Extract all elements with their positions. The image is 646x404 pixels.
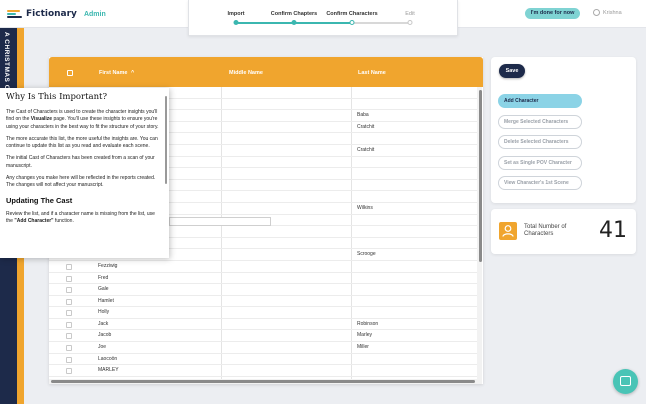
actions-panel: Save Add Character Merge Selected Charac…: [491, 57, 636, 203]
last-name-cell[interactable]: Marley: [357, 332, 372, 338]
user-menu[interactable]: Krishna: [593, 9, 622, 16]
logo[interactable]: Fictionary Admin: [7, 9, 106, 19]
row-checkbox[interactable]: [66, 310, 72, 317]
save-button[interactable]: Save: [499, 64, 525, 78]
help-paragraph: Any changes you make here will be reflec…: [6, 175, 156, 189]
sort-ascending-icon: ^: [130, 70, 135, 76]
first-name-cell[interactable]: Laocoön: [98, 356, 117, 362]
delete-characters-button[interactable]: Delete Selected Characters: [498, 135, 582, 149]
row-checkbox[interactable]: [66, 333, 72, 340]
step-dot-confirm-characters: [349, 20, 355, 25]
help-paragraph: Review the list, and if a character name…: [6, 210, 155, 224]
table-row[interactable]: MARLEY: [49, 365, 477, 377]
set-pov-character-button[interactable]: Set as Single POV Character: [498, 156, 582, 170]
person-icon: [499, 222, 517, 240]
table-row[interactable]: Jack Robinson: [49, 319, 477, 331]
row-checkbox[interactable]: [66, 298, 72, 305]
step-confirm-chapters[interactable]: Confirm Chapters: [271, 11, 317, 17]
table-row[interactable]: Gale: [49, 284, 477, 296]
last-name-cell[interactable]: Miller: [357, 344, 369, 350]
step-confirm-characters[interactable]: Confirm Characters: [326, 11, 377, 17]
user-name: Krishna: [603, 9, 622, 16]
first-name-cell[interactable]: Fezziwig: [98, 263, 117, 269]
stepper-remaining-line: [352, 22, 410, 24]
visualize-link: Visualize: [30, 116, 53, 123]
help-paragraph: The Cast of Characters is used to create…: [6, 109, 159, 130]
row-checkbox[interactable]: [66, 287, 72, 294]
help-scrollbar[interactable]: [165, 96, 167, 184]
step-import[interactable]: Import: [227, 11, 244, 17]
first-name-cell[interactable]: Jacob: [98, 332, 111, 338]
progress-stepper: Import Confirm Chapters Confirm Characte…: [188, 0, 458, 36]
chat-icon: [620, 376, 631, 386]
total-characters-card: Total Number of Characters 41: [491, 209, 636, 254]
horizontal-scrollbar-thumb[interactable]: [51, 380, 475, 383]
help-paragraph: The initial Cast of Characters has been …: [6, 155, 155, 169]
first-name-cell[interactable]: MARLEY: [98, 367, 119, 373]
table-row[interactable]: Holly: [49, 307, 477, 319]
row-checkbox[interactable]: [66, 321, 72, 328]
help-popover: Why Is This Important? The Cast of Chara…: [0, 88, 169, 258]
app-name: Fictionary: [26, 9, 77, 19]
row-checkbox[interactable]: [66, 345, 72, 352]
column-first-name[interactable]: First Name ^: [99, 70, 134, 76]
table-row[interactable]: Laocoön: [49, 354, 477, 366]
table-row[interactable]: Fred: [49, 273, 477, 285]
help-subtitle: Updating The Cast: [6, 195, 73, 205]
table-row[interactable]: Jacob Marley: [49, 330, 477, 343]
row-checkbox[interactable]: [66, 368, 72, 375]
first-name-cell[interactable]: Gale: [98, 286, 109, 292]
logo-icon: [7, 9, 22, 19]
table-row[interactable]: Fezziwig: [49, 261, 477, 273]
first-name-cell[interactable]: Jack: [98, 321, 108, 327]
first-name-cell[interactable]: Hamlet: [98, 298, 114, 304]
column-last-name[interactable]: Last Name: [358, 70, 386, 76]
add-character-button[interactable]: Add Character: [498, 94, 582, 108]
table-header: First Name ^ Middle Name Last Name: [49, 57, 483, 87]
total-characters-label: Total Number of Characters: [524, 224, 567, 237]
help-title: Why Is This Important?: [6, 92, 108, 102]
table-row[interactable]: Joe Miller: [49, 342, 477, 354]
last-name-cell[interactable]: Robinson: [357, 321, 378, 327]
total-characters-value: 41: [599, 218, 627, 243]
last-name-cell[interactable]: Cratchit: [357, 124, 374, 130]
step-dot-edit: [407, 20, 413, 25]
column-middle-name[interactable]: Middle Name: [229, 70, 263, 76]
user-icon: [593, 9, 600, 16]
merge-characters-button[interactable]: Merge Selected Characters: [498, 115, 582, 129]
app-role: Admin: [83, 10, 106, 18]
column-first-name-label: First Name: [99, 70, 128, 76]
step-dot-confirm-chapters: [291, 20, 297, 25]
last-name-cell[interactable]: Wilkins: [357, 205, 373, 211]
last-name-cell[interactable]: Baba: [357, 112, 369, 118]
last-name-cell[interactable]: Scrooge: [357, 251, 376, 257]
name-edit-input[interactable]: [169, 217, 271, 226]
done-for-now-button[interactable]: I'm done for now: [525, 8, 580, 19]
first-name-cell[interactable]: Holly: [98, 309, 109, 315]
row-checkbox[interactable]: [66, 356, 72, 363]
first-name-cell[interactable]: Fred: [98, 275, 108, 281]
table-row[interactable]: Hamlet: [49, 296, 477, 308]
row-checkbox[interactable]: [66, 263, 72, 270]
select-all-checkbox[interactable]: [67, 70, 73, 76]
vertical-scrollbar-thumb[interactable]: [479, 90, 482, 262]
step-dot-import: [233, 20, 239, 25]
view-first-scene-button[interactable]: View Character's 1st Scene: [498, 176, 582, 190]
first-name-cell[interactable]: Joe: [98, 344, 106, 350]
last-name-cell[interactable]: Cratchit: [357, 147, 374, 153]
row-checkbox[interactable]: [66, 275, 72, 282]
help-paragraph: The more accurate this list, the more us…: [6, 135, 158, 150]
chat-button[interactable]: [613, 369, 638, 394]
step-edit[interactable]: Edit: [405, 11, 414, 17]
